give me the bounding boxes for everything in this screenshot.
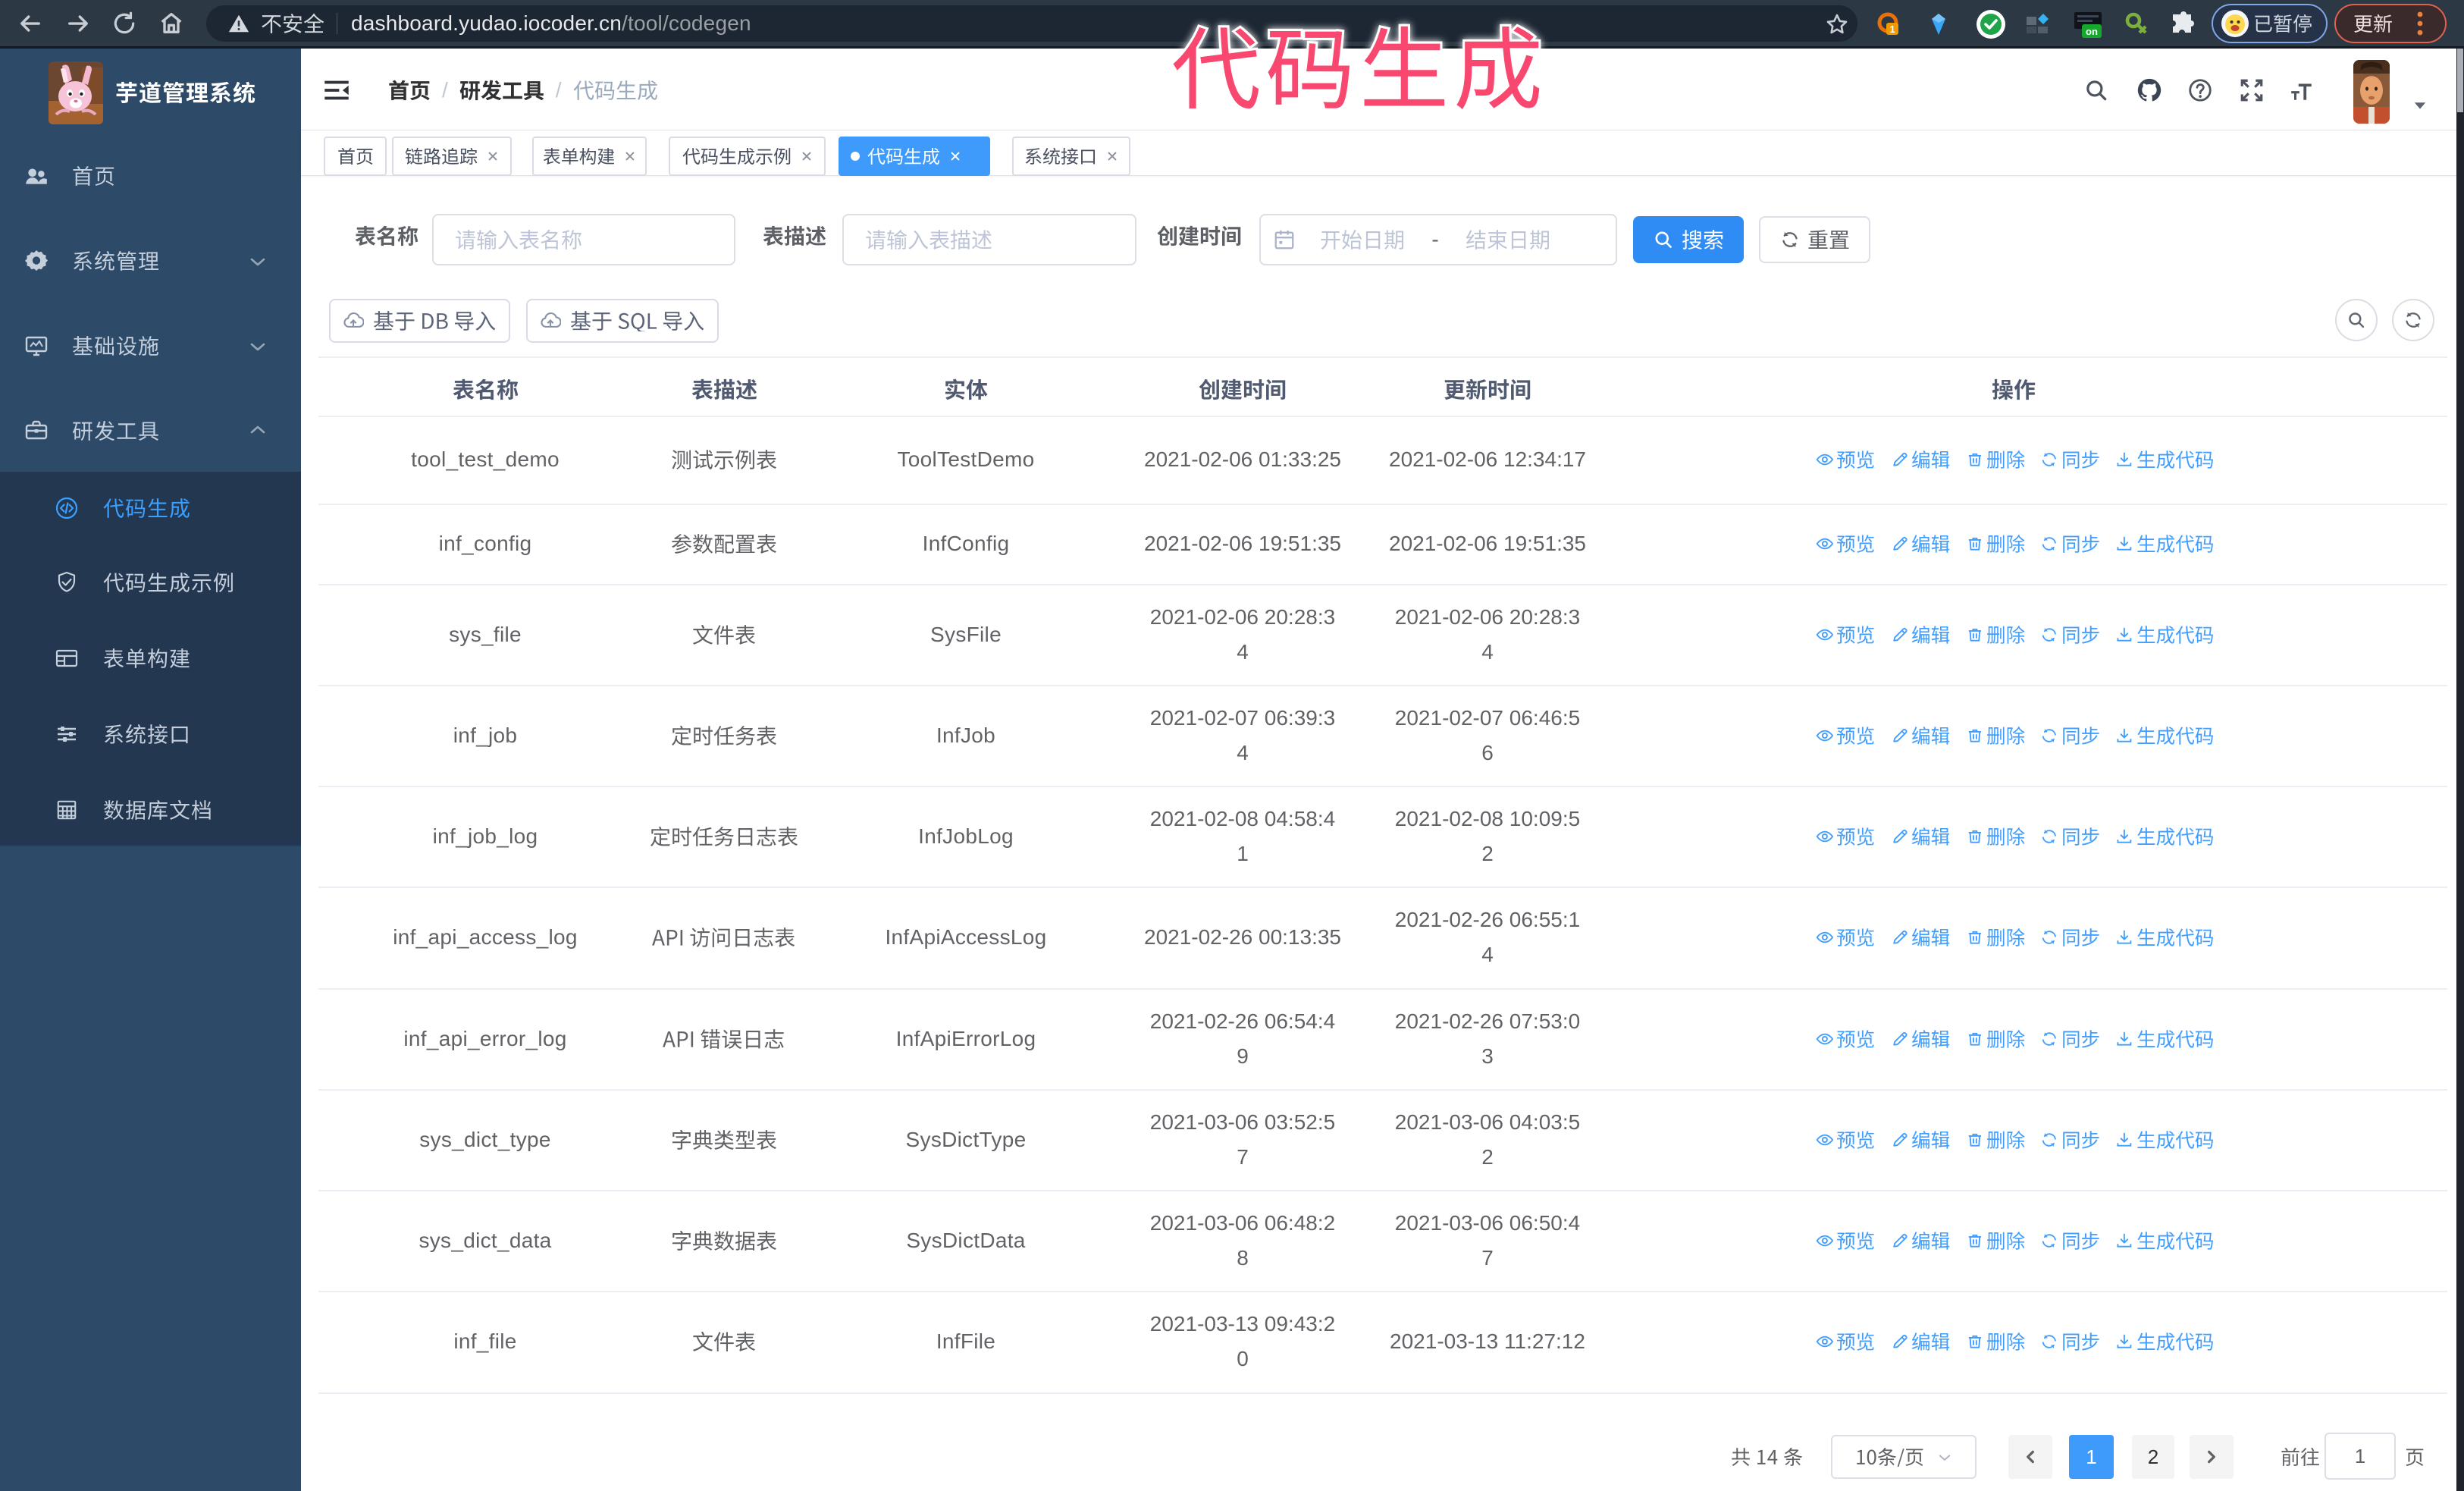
svg-text:1: 1 xyxy=(1889,24,1895,35)
svg-text:on: on xyxy=(2086,26,2098,37)
